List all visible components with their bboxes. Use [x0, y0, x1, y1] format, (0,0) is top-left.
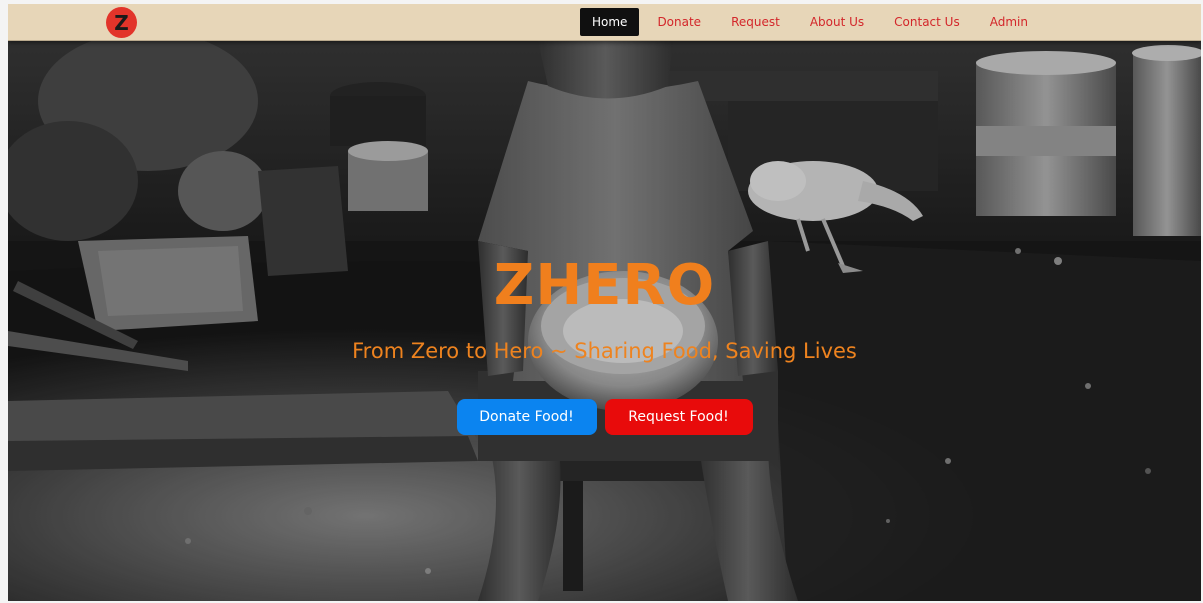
donate-food-button[interactable]: Donate Food!: [456, 399, 597, 435]
hero-subtitle: From Zero to Hero ~ Sharing Food, Saving…: [352, 339, 857, 363]
nav-links: Home Donate Request About Us Contact Us …: [580, 8, 1044, 36]
hero-overlay: [8, 41, 1201, 601]
brand-logo[interactable]: Z: [106, 7, 137, 38]
nav-home-link[interactable]: Home: [580, 8, 640, 36]
hero-cta-row: Donate Food! Request Food!: [8, 399, 1201, 435]
nav-donate-link[interactable]: Donate: [643, 8, 715, 36]
nav-contact-link[interactable]: Contact Us: [880, 8, 974, 36]
hero-title: ZHERO: [493, 253, 716, 318]
browser-viewport: Z Home Donate Request About Us Contact U…: [8, 4, 1201, 601]
logo-letter: Z: [114, 10, 129, 35]
top-navbar: Z Home Donate Request About Us Contact U…: [8, 4, 1201, 41]
nav-admin-link[interactable]: Admin: [976, 8, 1042, 36]
request-food-button[interactable]: Request Food!: [604, 399, 753, 435]
hero-section: ZHERO From Zero to Hero ~ Sharing Food, …: [8, 41, 1201, 601]
nav-request-link[interactable]: Request: [717, 8, 794, 36]
nav-about-link[interactable]: About Us: [796, 8, 878, 36]
